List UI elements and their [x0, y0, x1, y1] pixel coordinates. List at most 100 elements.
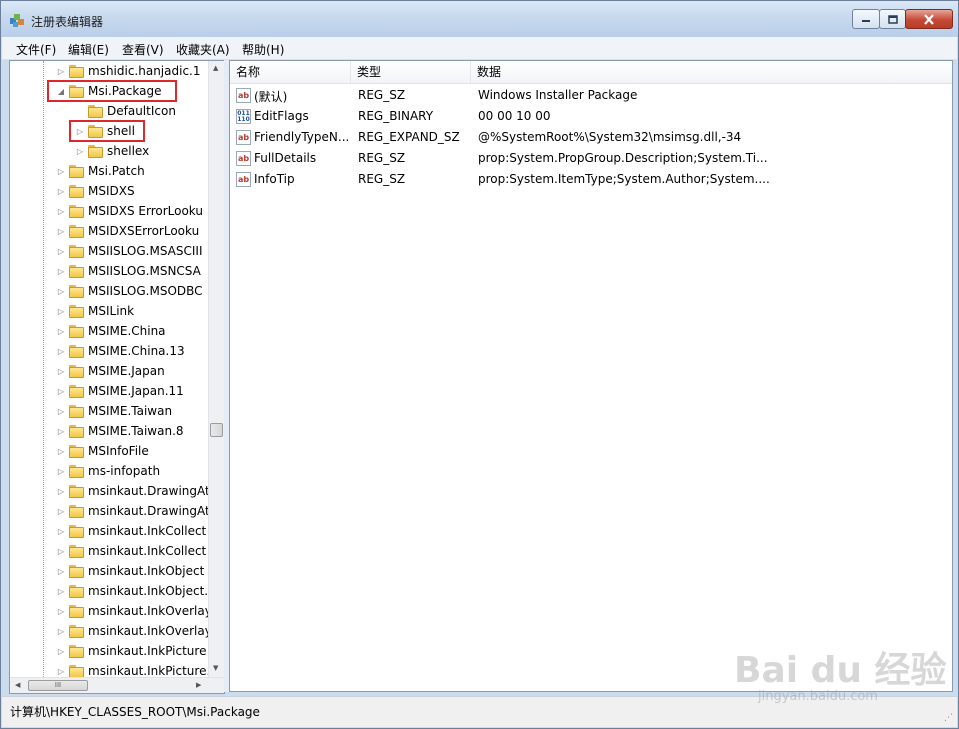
- expand-icon[interactable]: ▷: [55, 227, 67, 236]
- menu-view[interactable]: 查看(V): [122, 41, 164, 58]
- expand-icon[interactable]: ▷: [55, 327, 67, 336]
- tree-item[interactable]: ▷ shellex: [74, 141, 149, 161]
- value-row[interactable]: 011 110 EditFlags REG_BINARY 00 00 10 00: [230, 106, 952, 127]
- tree-vertical-scrollbar[interactable]: ▲ ▼: [208, 61, 224, 677]
- maximize-button[interactable]: [879, 9, 906, 29]
- tree-item[interactable]: ▷ MSIME.China.13: [55, 341, 185, 361]
- tree-item[interactable]: ▷ msinkaut.InkCollect: [55, 541, 206, 561]
- tree-item[interactable]: ▷ MSIDXSErrorLooku: [55, 221, 199, 241]
- title-bar[interactable]: 注册表编辑器: [1, 1, 958, 37]
- expand-icon[interactable]: ▷: [55, 367, 67, 376]
- menu-help[interactable]: 帮助(H): [242, 41, 284, 58]
- expand-icon[interactable]: ▷: [55, 307, 67, 316]
- expand-icon[interactable]: ▷: [55, 67, 67, 76]
- tree-item[interactable]: ▷ MSILink: [55, 301, 134, 321]
- expand-icon[interactable]: ▷: [55, 627, 67, 636]
- expand-icon[interactable]: ▷: [55, 207, 67, 216]
- expand-icon[interactable]: ▷: [55, 287, 67, 296]
- expand-icon[interactable]: ▷: [55, 567, 67, 576]
- values-list-pane[interactable]: 名称 类型 数据 ab (默认) REG_SZ Windows Installer P…: [229, 60, 953, 692]
- value-row[interactable]: ab (默认) REG_SZ Windows Installer Package: [230, 85, 952, 106]
- tree-item-label: msinkaut.InkPicture.: [88, 664, 211, 678]
- folder-icon: [69, 324, 85, 338]
- expand-icon[interactable]: ▷: [55, 427, 67, 436]
- scroll-up-icon[interactable]: ▲: [213, 64, 218, 72]
- tree-item[interactable]: ▷ MSIME.Taiwan.8: [55, 421, 184, 441]
- tree-item[interactable]: ▷ msinkaut.InkCollect: [55, 521, 206, 541]
- registry-editor-icon: [10, 14, 24, 27]
- tree-item[interactable]: ▷ MSIISLOG.MSNCSA: [55, 261, 201, 281]
- tree-item[interactable]: ▷ msinkaut.InkObject: [55, 561, 204, 581]
- folder-icon: [69, 624, 85, 638]
- tree-item-label: ms-infopath: [88, 464, 161, 478]
- tree-item[interactable]: ▷ MSIME.Japan: [55, 361, 165, 381]
- expand-icon[interactable]: ▷: [55, 267, 67, 276]
- folder-icon: [69, 424, 85, 438]
- expand-icon[interactable]: ▷: [74, 147, 86, 156]
- column-header-name[interactable]: 名称: [230, 61, 351, 83]
- expand-icon[interactable]: ▷: [55, 167, 67, 176]
- expand-icon[interactable]: ▷: [55, 187, 67, 196]
- expand-icon[interactable]: ▷: [55, 447, 67, 456]
- expand-icon[interactable]: ▷: [55, 607, 67, 616]
- tree-item[interactable]: ▷ MSIME.China: [55, 321, 166, 341]
- resize-grip-icon[interactable]: ⋰: [944, 713, 953, 723]
- tree-item[interactable]: ▷ msinkaut.DrawingAt: [55, 481, 210, 501]
- tree-item[interactable]: ▷ mshidic.hanjadic.1: [55, 61, 201, 81]
- string-value-icon: ab: [236, 151, 251, 166]
- folder-icon: [69, 264, 85, 278]
- scroll-down-icon[interactable]: ▼: [213, 664, 218, 672]
- menu-file[interactable]: 文件(F): [16, 41, 56, 58]
- value-data: prop:System.PropGroup.Description;System…: [478, 151, 768, 165]
- tree-item[interactable]: ▷ MSIISLOG.MSASCIII: [55, 241, 203, 261]
- expand-icon[interactable]: ▷: [55, 507, 67, 516]
- tree-item[interactable]: ▷ ms-infopath: [55, 461, 160, 481]
- baidu-watermark: Bai du 经验: [734, 650, 947, 691]
- tree-item[interactable]: ▷ msinkaut.InkOverlay: [55, 601, 212, 621]
- tree-horizontal-scroll-thumb[interactable]: III: [28, 680, 88, 691]
- tree-item-label: DefaultIcon: [107, 104, 176, 118]
- value-row[interactable]: ab InfoTip REG_SZ prop:System.ItemType;Syst…: [230, 169, 952, 190]
- key-tree-pane[interactable]: ▷ mshidic.hanjadic.1 ◢ Msi.Package DefaultIc…: [9, 60, 225, 694]
- minimize-button[interactable]: [852, 9, 880, 29]
- tree-item[interactable]: ▷ MSIISLOG.MSODBC: [55, 281, 203, 301]
- column-header-data[interactable]: 数据: [471, 61, 952, 83]
- menu-edit[interactable]: 编辑(E): [68, 41, 109, 58]
- tree-item[interactable]: ▷ MSIDXS ErrorLooku: [55, 201, 203, 221]
- menu-favorites[interactable]: 收藏夹(A): [176, 41, 230, 58]
- expand-icon[interactable]: ▷: [55, 387, 67, 396]
- expand-icon[interactable]: ▷: [55, 247, 67, 256]
- expand-icon[interactable]: ▷: [55, 587, 67, 596]
- expand-icon[interactable]: ▷: [55, 407, 67, 416]
- close-icon: [924, 13, 934, 25]
- expand-icon[interactable]: ▷: [55, 647, 67, 656]
- expand-icon[interactable]: ▷: [55, 547, 67, 556]
- expand-icon[interactable]: ▷: [55, 527, 67, 536]
- expand-icon[interactable]: ▷: [55, 667, 67, 676]
- tree-horizontal-scrollbar[interactable]: ◀ III ▶: [10, 677, 224, 693]
- tree-item-label: MSIME.Taiwan.8: [88, 424, 184, 438]
- tree-item[interactable]: ▷ MSInfoFile: [55, 441, 149, 461]
- tree-item[interactable]: ▷ msinkaut.DrawingAt: [55, 501, 210, 521]
- tree-item[interactable]: ▷ MSIME.Taiwan: [55, 401, 172, 421]
- expand-icon[interactable]: ▷: [55, 487, 67, 496]
- tree-item[interactable]: ▷ msinkaut.InkOverlay: [55, 621, 212, 641]
- tree-item[interactable]: ▷ Msi.Patch: [55, 161, 145, 181]
- scroll-left-icon[interactable]: ◀: [15, 681, 20, 689]
- value-row[interactable]: ab FullDetails REG_SZ prop:System.PropGroup…: [230, 148, 952, 169]
- expand-icon[interactable]: ▷: [55, 467, 67, 476]
- tree-item[interactable]: ▷ MSIME.Japan.11: [55, 381, 184, 401]
- folder-icon: [69, 284, 85, 298]
- close-button[interactable]: [905, 9, 953, 29]
- tree-vertical-scroll-thumb[interactable]: [210, 423, 223, 437]
- tree-item-label: MSIDXS ErrorLooku: [88, 204, 203, 218]
- tree-item[interactable]: ▷ MSIDXS: [55, 181, 135, 201]
- column-header-type[interactable]: 类型: [351, 61, 471, 83]
- value-row[interactable]: ab FriendlyTypeN... REG_EXPAND_SZ @%SystemR…: [230, 127, 952, 148]
- tree-item-label: MSIISLOG.MSASCIII: [88, 244, 203, 258]
- expand-icon[interactable]: ▷: [55, 347, 67, 356]
- scroll-right-icon[interactable]: ▶: [196, 681, 201, 689]
- tree-item[interactable]: ▷ msinkaut.InkPicture: [55, 641, 207, 661]
- tree-item[interactable]: DefaultIcon: [74, 101, 176, 121]
- tree-item[interactable]: ▷ msinkaut.InkObject.: [55, 581, 208, 601]
